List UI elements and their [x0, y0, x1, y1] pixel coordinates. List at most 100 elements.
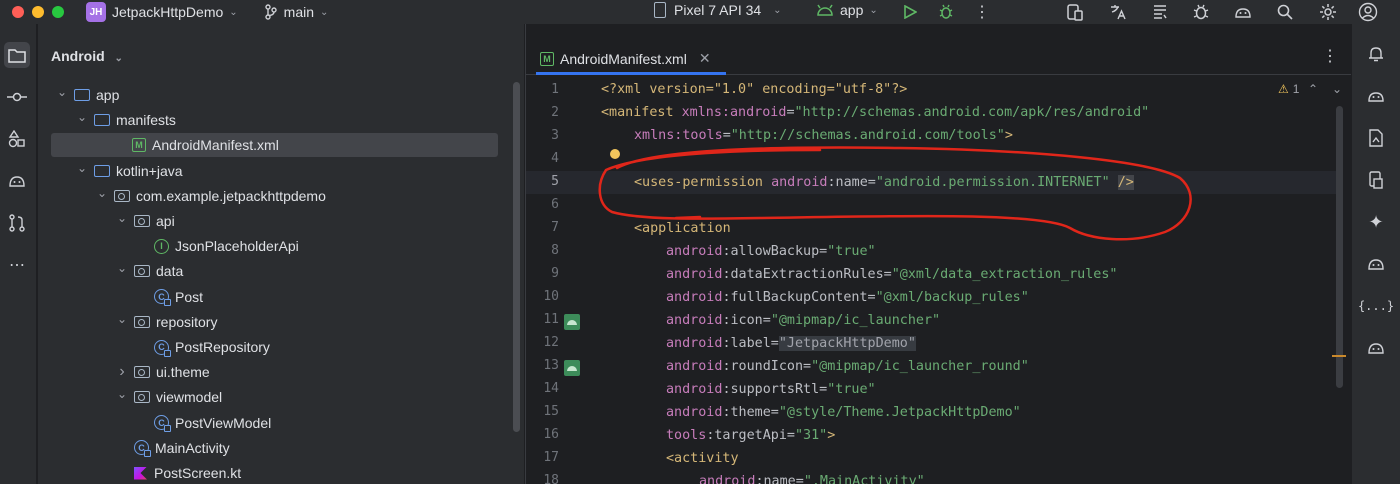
editor-scrollbar[interactable] — [1336, 106, 1343, 388]
android-launcher-icon[interactable] — [564, 314, 580, 330]
chevron-down-icon[interactable]: ⌄ — [116, 387, 128, 401]
android-launcher-icon[interactable] — [564, 360, 580, 376]
next-highlight-icon[interactable]: ⌄ — [1332, 82, 1342, 96]
project-badge[interactable]: JH — [86, 2, 106, 22]
chevron-down-icon[interactable]: ⌄ — [116, 312, 128, 326]
line-number[interactable]: 5 — [526, 170, 616, 193]
ai-sparkle-icon[interactable]: ✦ — [1364, 210, 1388, 234]
code-line-5[interactable]: <uses-permission android:name="android.p… — [634, 171, 1134, 194]
inspection-warning-indicator[interactable]: ⚠ 1 — [1278, 82, 1299, 96]
code-line-9[interactable]: android:dataExtractionRules="@xml/data_e… — [666, 263, 1117, 286]
code-line-10[interactable]: android:fullBackupContent="@xml/backup_r… — [666, 286, 1029, 309]
debug-icon[interactable] — [936, 2, 956, 22]
chevron-down-icon[interactable]: ⌄ — [56, 85, 68, 99]
tree-item[interactable]: M AndroidManifest.xml — [51, 133, 498, 158]
code-line-18[interactable]: android:name=".MainActivity" — [699, 470, 925, 484]
code-line-16[interactable]: tools:targetApi="31"> — [666, 424, 835, 447]
commit-tool-button[interactable] — [4, 84, 30, 110]
search-icon[interactable] — [1275, 2, 1295, 22]
line-number[interactable]: 4 — [526, 147, 616, 170]
chevron-down-icon[interactable]: ⌄ — [116, 211, 128, 225]
line-number[interactable]: 16 — [526, 423, 616, 446]
tree-item[interactable]: PostScreen.kt — [116, 461, 241, 484]
code-line-1[interactable]: <?xml version="1.0" encoding="utf-8"?> — [601, 78, 907, 101]
tree-item[interactable]: C PostRepository — [136, 335, 270, 359]
line-number[interactable]: 9 — [526, 262, 616, 285]
line-number[interactable]: 7 — [526, 216, 616, 239]
zoom-window-button[interactable] — [52, 6, 64, 18]
project-view-selector[interactable]: Android ⌄ — [51, 48, 123, 64]
pull-requests-button[interactable] — [4, 210, 30, 236]
chevron-right-icon[interactable]: › — [116, 363, 128, 381]
tree-item[interactable]: ⌄ viewmodel — [116, 385, 222, 409]
tree-item[interactable]: C MainActivity — [116, 436, 230, 460]
tasks-icon[interactable] — [1150, 2, 1170, 22]
resource-manager-button[interactable] — [4, 126, 30, 152]
code-line-17[interactable]: <activity — [666, 447, 739, 470]
code-line-2[interactable]: <manifest xmlns:android="http://schemas.… — [601, 101, 1149, 124]
run-config-selector[interactable]: app ⌄ — [816, 2, 878, 18]
notifications-bell-icon[interactable] — [1364, 42, 1388, 66]
code-line-7[interactable]: <application — [634, 217, 731, 240]
gemini-icon[interactable] — [1364, 252, 1388, 276]
run-icon[interactable] — [900, 2, 920, 22]
chevron-down-icon[interactable]: ⌄ — [76, 161, 88, 175]
close-icon[interactable]: ✕ — [699, 50, 711, 67]
line-number[interactable]: 14 — [526, 377, 616, 400]
bug-report-icon[interactable] — [1191, 2, 1211, 22]
previous-highlight-icon[interactable]: ⌃ — [1308, 82, 1318, 96]
tree-item[interactable]: ⌄ repository — [116, 310, 218, 334]
tree-item[interactable]: C Post — [136, 285, 203, 309]
minimize-window-button[interactable] — [32, 6, 44, 18]
tree-item[interactable]: ⌄ data — [116, 259, 183, 283]
tab-android-manifest[interactable]: M AndroidManifest.xml ✕ — [536, 42, 719, 75]
more-options-icon[interactable]: ⋮ — [1322, 46, 1338, 66]
code-line-11[interactable]: android:icon="@mipmap/ic_launcher" — [666, 309, 940, 332]
tree-item[interactable]: ⌄ api — [116, 209, 175, 233]
tree-item[interactable]: I JsonPlaceholderApi — [136, 234, 299, 258]
chevron-down-icon[interactable]: ⌄ — [76, 110, 88, 124]
close-window-button[interactable] — [12, 6, 24, 18]
code-line-15[interactable]: android:theme="@style/Theme.JetpackHttpD… — [666, 401, 1021, 424]
line-number[interactable]: 6 — [526, 193, 616, 216]
line-number[interactable]: 3 — [526, 124, 616, 147]
settings-gear-icon[interactable] — [1318, 2, 1338, 22]
tree-item[interactable]: › ui.theme — [116, 360, 209, 384]
chevron-down-icon[interactable]: ⌄ — [96, 186, 108, 200]
code-line-14[interactable]: android:supportsRtl="true" — [666, 378, 876, 401]
tree-item[interactable]: ⌄ com.example.jetpackhttpdemo — [96, 184, 326, 208]
lightbulb-icon[interactable] — [610, 149, 620, 159]
device-explorer-icon[interactable] — [1364, 168, 1388, 192]
chevron-down-icon[interactable]: ⌄ — [116, 261, 128, 275]
code-line-12[interactable]: android:label="JetpackHttpDemo" — [666, 332, 916, 355]
tree-item[interactable]: ⌄ app — [56, 83, 119, 107]
project-scrollbar[interactable] — [513, 82, 520, 432]
tree-item[interactable]: C PostViewModel — [136, 411, 271, 435]
gemini-icon[interactable] — [1233, 2, 1253, 22]
more-tools-icon[interactable]: ⋯ — [4, 252, 30, 278]
line-number[interactable]: 10 — [526, 285, 616, 308]
line-number[interactable]: 18 — [526, 469, 616, 484]
tree-item[interactable]: ⌄ manifests — [76, 108, 176, 132]
gemini-icon[interactable] — [1364, 336, 1388, 360]
account-icon[interactable] — [1358, 2, 1378, 22]
device-manager-icon[interactable] — [1065, 2, 1085, 22]
code-line-3[interactable]: xmlns:tools="http://schemas.android.com/… — [634, 124, 1013, 147]
project-selector[interactable]: JetpackHttpDemo — [112, 4, 223, 20]
project-tool-button[interactable] — [4, 42, 30, 68]
line-number[interactable]: 15 — [526, 400, 616, 423]
code-line-13[interactable]: android:roundIcon="@mipmap/ic_launcher_r… — [666, 355, 1029, 378]
error-stripe-marker[interactable] — [1332, 355, 1346, 357]
code-line-8[interactable]: android:allowBackup="true" — [666, 240, 876, 263]
translate-icon[interactable] — [1108, 2, 1128, 22]
line-number[interactable]: 17 — [526, 446, 616, 469]
json-braces-icon[interactable]: {...} — [1358, 294, 1394, 318]
line-number[interactable]: 12 — [526, 331, 616, 354]
device-selector[interactable]: Pixel 7 API 34 ⌄ — [654, 2, 782, 18]
chevron-down-icon[interactable]: ⌄ — [229, 7, 237, 18]
branch-selector[interactable]: main ⌄ — [264, 4, 328, 20]
device-file-icon[interactable] — [1364, 126, 1388, 150]
line-number[interactable]: 8 — [526, 239, 616, 262]
gemini-icon[interactable] — [1364, 84, 1388, 108]
tree-item[interactable]: ⌄ kotlin+java — [76, 159, 183, 183]
